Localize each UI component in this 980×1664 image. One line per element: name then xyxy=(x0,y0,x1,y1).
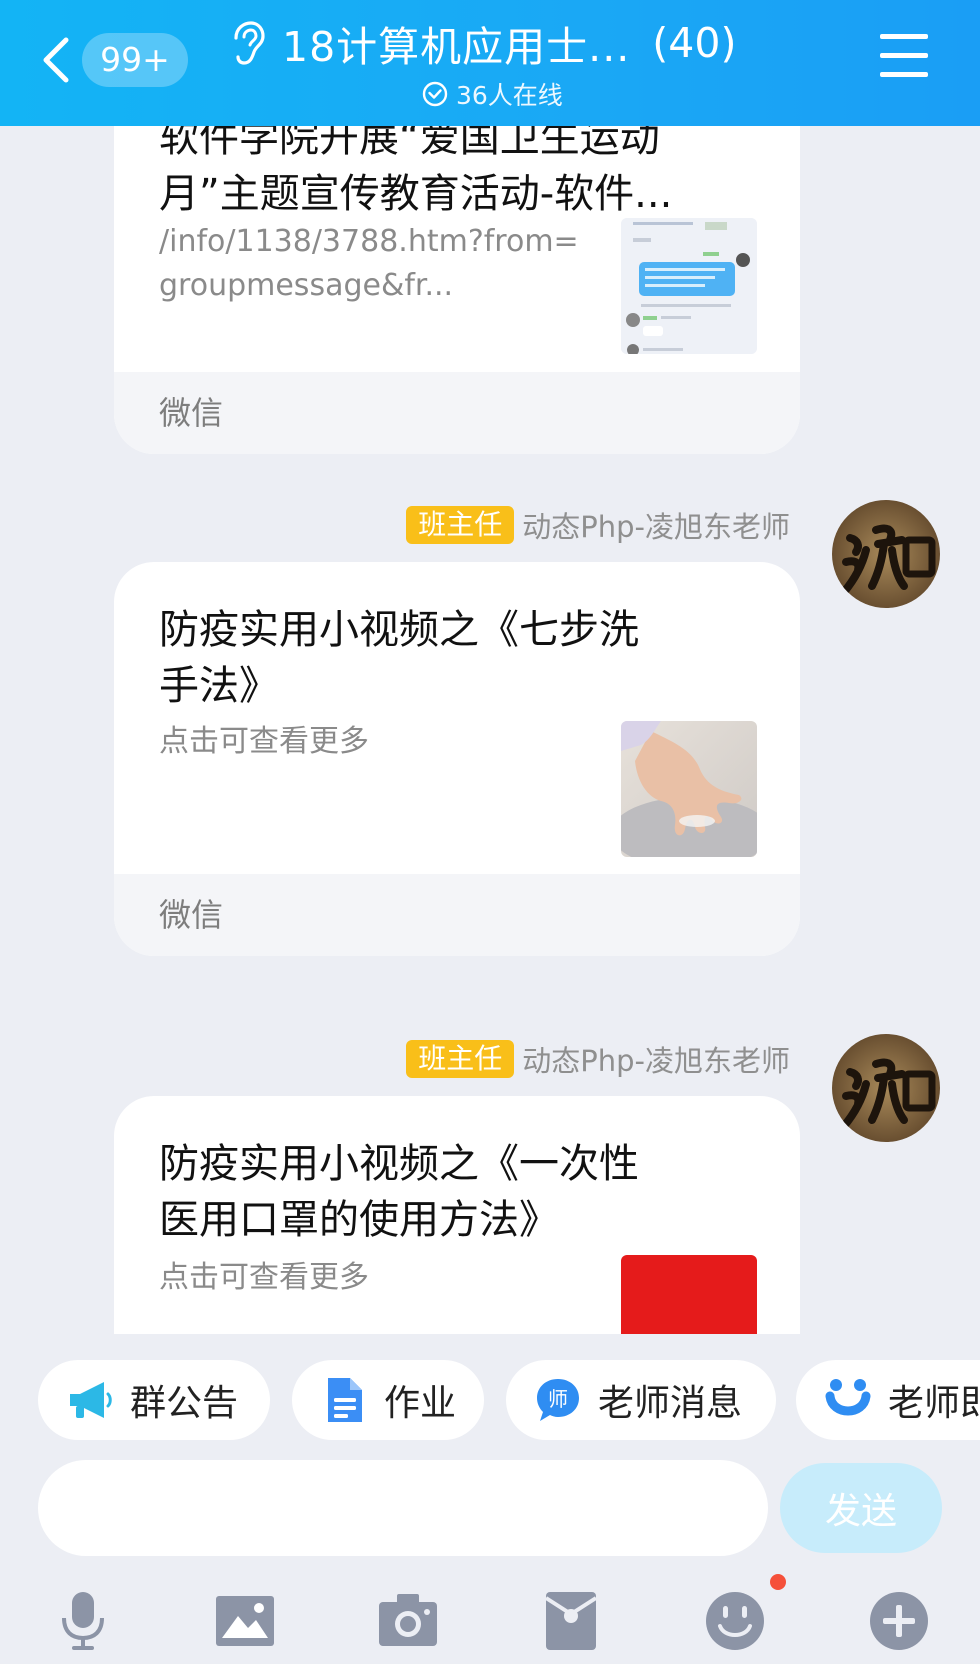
online-status: 36人在线 xyxy=(422,76,563,112)
svg-text:师: 师 xyxy=(548,1387,568,1411)
calligraphy-avatar-image xyxy=(832,500,940,608)
card-thumbnail xyxy=(621,218,757,354)
chip-label: 群公告 xyxy=(130,1383,239,1424)
card-title: 软件学院开展“爱国卫生运动 月”主题宣传教育活动-软件... xyxy=(159,126,673,217)
sender-name: 动态Php-凌旭东老师 xyxy=(522,510,790,544)
smile-logo-icon xyxy=(825,1379,871,1416)
chat-screenshot-thumbnail xyxy=(621,218,757,354)
card-description: /info/1138/3788.htm?from= groupmessage&f… xyxy=(159,224,579,303)
menu-icon xyxy=(880,34,928,39)
role-badge: 班主任 xyxy=(406,506,515,544)
link-card[interactable]: 防疫实用小视频之《七步洗 手法》 点击可查看更多 微信 xyxy=(114,562,800,956)
role-badge: 班主任 xyxy=(406,1040,515,1078)
megaphone-icon xyxy=(70,1382,112,1418)
handwashing-video-thumbnail xyxy=(621,721,757,857)
sender-info: 班主任 动态Php-凌旭东老师 xyxy=(406,1038,790,1080)
chip-label: 老师消息 xyxy=(598,1383,743,1424)
avatar[interactable] xyxy=(832,1034,940,1142)
emoji-button[interactable] xyxy=(700,1586,770,1656)
more-button[interactable] xyxy=(864,1586,934,1656)
card-description: 点击可查看更多 xyxy=(159,1260,369,1295)
sender-info: 班主任 动态Php-凌旭东老师 xyxy=(406,504,790,546)
card-source: 微信 xyxy=(114,372,800,454)
card-thumbnail xyxy=(621,721,757,857)
camera-icon xyxy=(379,1594,437,1646)
red-packet-icon xyxy=(544,1592,598,1650)
member-count: (40) xyxy=(652,19,737,67)
camera-button[interactable] xyxy=(373,1586,443,1656)
avatar[interactable] xyxy=(832,500,940,608)
card-title: 防疫实用小视频之《一次性 医用口罩的使用方法》 xyxy=(159,1141,639,1243)
menu-button[interactable] xyxy=(876,30,932,84)
image-button[interactable] xyxy=(210,1586,280,1656)
chevron-left-icon xyxy=(43,37,69,83)
voice-button[interactable] xyxy=(48,1586,118,1656)
teacher-messages-chip[interactable]: 师 老师消息 xyxy=(506,1360,776,1440)
card-description: 点击可查看更多 xyxy=(159,724,369,759)
document-icon xyxy=(328,1378,362,1422)
online-status-text: 36人在线 xyxy=(456,81,563,110)
chip-label: 作业 xyxy=(384,1383,457,1424)
chat-header: 99+ 18计算机应用士... (40) 36人在线 xyxy=(0,0,980,126)
announcement-chip[interactable]: 群公告 xyxy=(38,1360,270,1440)
teacher-more-chip[interactable]: 老师即 xyxy=(796,1360,980,1440)
plus-icon xyxy=(870,1592,928,1650)
notification-dot xyxy=(770,1574,786,1590)
card-thumbnail xyxy=(621,1255,757,1334)
teacher-chat-icon: 师 xyxy=(537,1379,579,1421)
send-button[interactable]: 发送 xyxy=(780,1463,942,1553)
group-title: 18计算机应用士... xyxy=(282,23,631,71)
link-card[interactable]: 防疫实用小视频之《一次性 医用口罩的使用方法》 点击可查看更多 xyxy=(114,1096,800,1334)
card-source: 微信 xyxy=(114,874,800,956)
message-list[interactable]: 软件学院开展“爱国卫生运动 月”主题宣传教育活动-软件... /info/113… xyxy=(0,126,980,1334)
quick-action-bar: 群公告 作业 师 老师消息 老师即 xyxy=(0,1334,980,1454)
emoji-icon xyxy=(706,1592,764,1650)
card-title: 防疫实用小视频之《七步洗 手法》 xyxy=(159,607,639,709)
homework-chip[interactable]: 作业 xyxy=(292,1360,484,1440)
sender-name: 动态Php-凌旭东老师 xyxy=(522,1044,790,1078)
back-button[interactable]: 99+ xyxy=(38,30,198,90)
group-title-area[interactable]: 18计算机应用士... (40) 36人在线 xyxy=(226,12,786,122)
bottom-toolbar xyxy=(0,1576,980,1664)
microphone-icon xyxy=(62,1592,104,1650)
unread-count-badge: 99+ xyxy=(82,33,188,87)
check-circle-icon xyxy=(422,81,448,107)
message-input[interactable] xyxy=(38,1460,768,1556)
chip-label: 老师即 xyxy=(888,1383,980,1424)
link-card[interactable]: 软件学院开展“爱国卫生运动 月”主题宣传教育活动-软件... /info/113… xyxy=(114,126,800,454)
red-packet-button[interactable] xyxy=(536,1586,606,1656)
ear-icon xyxy=(234,21,265,65)
image-icon xyxy=(216,1596,274,1646)
calligraphy-avatar-image xyxy=(832,1034,940,1142)
